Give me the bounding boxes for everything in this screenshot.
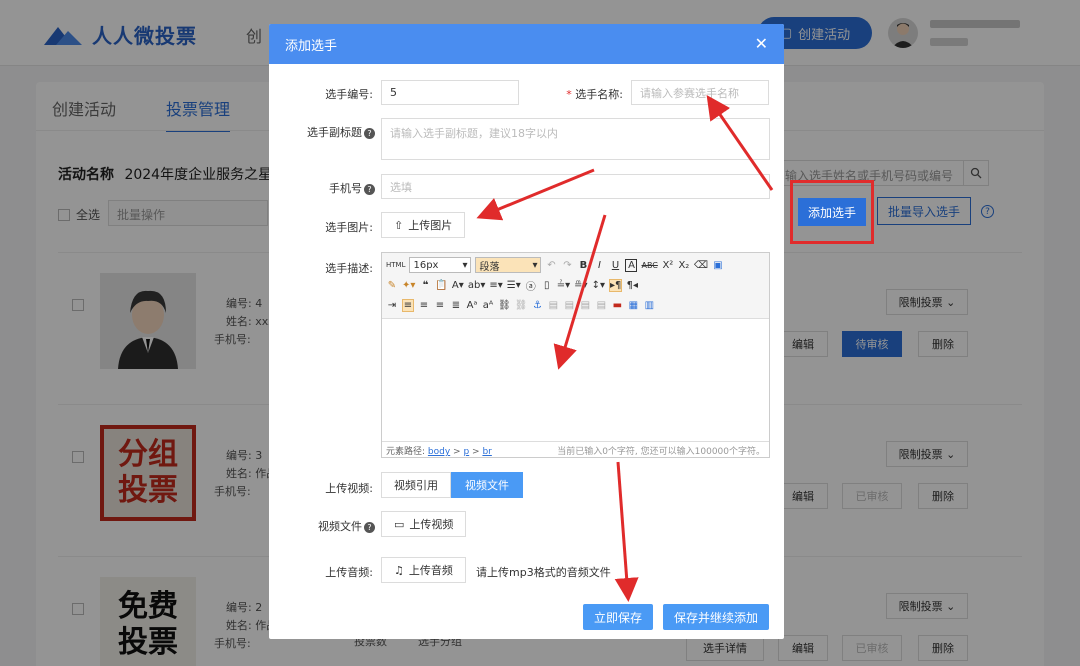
upload-audio-label: 上传音频: — [325, 566, 373, 579]
image-left-icon[interactable]: ▤ — [547, 300, 559, 311]
font-color-icon[interactable]: A▾ — [452, 280, 464, 291]
block-format-select[interactable]: 段落 ▾ — [475, 257, 542, 273]
quote-icon[interactable]: ❝ — [419, 280, 431, 291]
link-icon[interactable]: ⛓ — [498, 300, 511, 311]
video-ref-tab[interactable]: 视频引用 — [381, 472, 451, 498]
add-player-modal: 添加选手 ✕ 选手编号: 5 * 选手名称: 请输入参赛选手名称 选手副标题? … — [269, 24, 784, 639]
path-body-link[interactable]: body — [428, 447, 450, 457]
help-icon[interactable]: ? — [364, 521, 375, 533]
preview-icon[interactable]: ▣ — [712, 260, 724, 271]
required-marker: * — [566, 88, 576, 101]
subscript-icon[interactable]: X₂ — [678, 260, 690, 271]
phone-label-text: 手机号 — [329, 182, 362, 195]
align-right-icon[interactable]: ≡ — [434, 300, 446, 311]
video-file-label-text: 视频文件 — [318, 520, 362, 533]
close-icon[interactable]: ✕ — [755, 36, 768, 52]
clear-doc-icon[interactable]: ▯ — [541, 280, 553, 291]
annotation-highlight-box-top — [790, 180, 874, 244]
redo-icon[interactable]: ↷ — [561, 260, 573, 271]
subtitle-label: 选手副标题? — [279, 124, 375, 140]
player-name-label-text: 选手名称: — [575, 88, 623, 101]
select-all-icon[interactable]: ⓐ — [525, 278, 537, 293]
player-no-label: 选手编号: — [325, 88, 373, 101]
unordered-list-icon[interactable]: ☰▾ — [507, 280, 521, 291]
indent-icon[interactable]: ⇥ — [386, 300, 398, 311]
editor-status-bar: 元素路径: body > p > br 当前已输入0个字符, 您还可以输入100… — [382, 441, 769, 457]
undo-icon[interactable]: ↶ — [545, 260, 557, 271]
uppercase-icon[interactable]: Aᵃ — [466, 300, 478, 311]
insert-table-icon[interactable]: ▦ — [627, 300, 639, 311]
align-center-icon[interactable]: ≡ — [418, 300, 430, 311]
eraser-icon[interactable]: ⌫ — [694, 260, 708, 271]
ltr-direction-icon[interactable]: ▸¶ — [608, 278, 623, 292]
upload-icon: ⇧ — [394, 218, 404, 232]
upload-audio-text: 上传音频 — [408, 564, 453, 577]
highlight-color-icon[interactable]: ab▾ — [468, 280, 486, 291]
path-p-link[interactable]: p — [463, 447, 469, 457]
phone-input[interactable]: 选填 — [381, 174, 770, 199]
underline-icon[interactable]: U — [609, 260, 621, 271]
modal-title: 添加选手 — [285, 38, 338, 54]
insert-image-icon[interactable]: ▬ — [611, 300, 623, 311]
audio-hint: 请上传mp3格式的音频文件 — [476, 566, 611, 579]
save-and-continue-button[interactable]: 保存并继续添加 — [663, 604, 769, 630]
row-spacing-top-icon[interactable]: ≟▾ — [557, 280, 570, 291]
modal-header: 添加选手 ✕ — [269, 24, 784, 64]
video-file-label: 视频文件? — [279, 518, 375, 534]
image-center-icon[interactable]: ▤ — [595, 300, 607, 311]
format-brush-icon[interactable]: ✎ — [386, 280, 398, 291]
subtitle-label-text: 选手副标题 — [307, 126, 362, 139]
player-name-input[interactable]: 请输入参赛选手名称 — [631, 80, 769, 105]
font-size-value: 16px — [413, 259, 439, 271]
save-now-button[interactable]: 立即保存 — [583, 604, 653, 630]
video-file-tab[interactable]: 视频文件 — [451, 472, 523, 498]
player-image-label: 选手图片: — [325, 221, 373, 234]
description-label: 选手描述: — [325, 262, 373, 275]
paste-icon[interactable]: 📋 — [435, 280, 447, 291]
bold-icon[interactable]: B — [577, 260, 589, 271]
line-height-icon[interactable]: ↕▾ — [592, 280, 605, 291]
upload-image-label: 上传图片 — [408, 219, 453, 232]
editor-toolbar: HTML 16px ▾ 段落 ▾ ↶ ↷ B I U A ABC X² X₂ ⌫ ▣… — [382, 253, 769, 319]
video-camera-icon: ▭ — [394, 517, 405, 531]
subtitle-textarea[interactable]: 请输入选手副标题，建议18字以内 — [381, 118, 770, 160]
upload-video-button[interactable]: ▭ 上传视频 — [381, 511, 467, 537]
upload-video-text: 上传视频 — [409, 518, 454, 531]
headphones-icon: ♫ — [394, 563, 404, 577]
upload-image-button[interactable]: ⇧ 上传图片 — [381, 212, 466, 238]
auto-format-icon[interactable]: ✦▾ — [402, 280, 415, 291]
align-left-icon[interactable]: ≡ — [402, 298, 414, 312]
chevron-down-icon: ▾ — [462, 259, 468, 271]
row-spacing-bottom-icon[interactable]: ≞▾ — [574, 280, 587, 291]
ordered-list-icon[interactable]: ≡▾ — [489, 280, 502, 291]
block-format-value: 段落 — [479, 261, 500, 273]
image-none-icon[interactable]: ▤ — [563, 300, 575, 311]
help-icon[interactable]: ? — [364, 183, 375, 195]
help-icon[interactable]: ? — [364, 127, 375, 139]
rich-text-editor[interactable]: HTML 16px ▾ 段落 ▾ ↶ ↷ B I U A ABC X² X₂ ⌫ ▣… — [381, 252, 770, 458]
rtl-direction-icon[interactable]: ¶◂ — [626, 280, 638, 291]
font-size-select[interactable]: 16px ▾ — [409, 257, 472, 273]
superscript-icon[interactable]: X² — [662, 260, 674, 271]
image-right-icon[interactable]: ▤ — [579, 300, 591, 311]
italic-icon[interactable]: I — [593, 260, 605, 271]
path-br-link[interactable]: br — [482, 447, 491, 457]
lowercase-icon[interactable]: aᴬ — [482, 300, 494, 311]
chevron-down-icon: ▾ — [532, 259, 538, 271]
upload-audio-button[interactable]: ♫ 上传音频 — [381, 557, 466, 583]
anchor-icon[interactable]: ⚓ — [531, 300, 543, 311]
border-icon[interactable]: A — [625, 258, 638, 272]
char-count: 当前已输入0个字符, 您还可以输入100000个字符。 — [557, 447, 765, 457]
player-name-label: * 选手名称: — [537, 86, 623, 102]
element-path-label: 元素路径: — [386, 447, 426, 457]
unlink-icon[interactable]: ⛓ — [515, 300, 528, 311]
align-justify-icon[interactable]: ≣ — [450, 300, 462, 311]
html-source-icon[interactable]: HTML — [386, 261, 405, 269]
insert-page-icon[interactable]: ▥ — [643, 300, 655, 311]
upload-video-label: 上传视频: — [325, 482, 373, 495]
player-no-input[interactable]: 5 — [381, 80, 519, 105]
phone-label: 手机号? — [279, 180, 375, 196]
strikethrough-icon[interactable]: ABC — [641, 261, 657, 270]
